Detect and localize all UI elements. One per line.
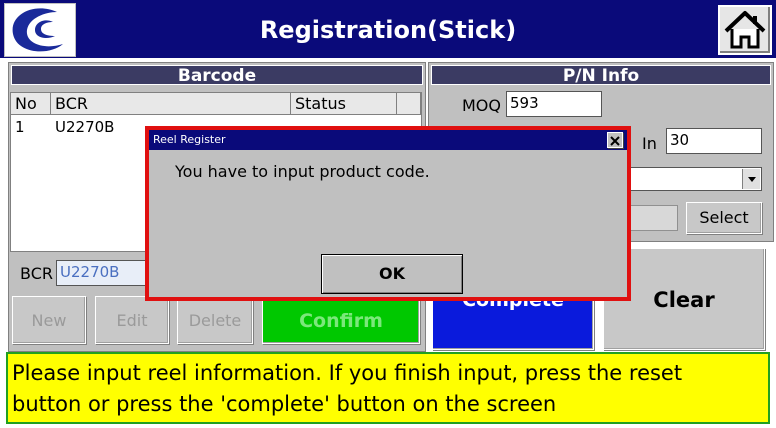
moq-field[interactable]: 593: [506, 91, 602, 117]
column-header-no[interactable]: No: [11, 93, 51, 115]
status-message-line-2: button or press the 'complete' button on…: [12, 392, 557, 416]
new-button[interactable]: New: [12, 296, 86, 344]
column-header-bcr[interactable]: BCR: [51, 93, 291, 115]
delete-button[interactable]: Delete: [177, 296, 253, 344]
home-button[interactable]: [718, 5, 772, 55]
pn-dropdown[interactable]: [620, 167, 762, 191]
in-field[interactable]: 30: [666, 128, 762, 154]
column-header-blank: [397, 93, 421, 115]
close-icon[interactable]: [607, 132, 623, 148]
edit-button[interactable]: Edit: [95, 296, 169, 344]
reel-register-dialog: Reel Register You have to input product …: [145, 126, 631, 301]
cell-no: 1: [15, 118, 25, 136]
bcr-label: BCR: [20, 264, 53, 283]
barcode-panel-header: Barcode: [11, 65, 423, 86]
title-bar: Registration(Stick): [0, 0, 776, 60]
bcr-input[interactable]: U2270B: [56, 260, 146, 286]
column-header-status[interactable]: Status: [291, 93, 397, 115]
table-header: No BCR Status: [11, 93, 421, 115]
select-button[interactable]: Select: [686, 202, 762, 234]
status-message-bar: Please input reel information. If you fi…: [6, 352, 770, 424]
status-message-line-1: Please input reel information. If you fi…: [12, 361, 683, 385]
moq-label: MOQ: [462, 96, 501, 115]
ok-button[interactable]: OK: [321, 254, 463, 294]
confirm-button[interactable]: Confirm: [262, 296, 420, 344]
page-title: Registration(Stick): [259, 16, 517, 44]
chevron-down-icon[interactable]: [742, 169, 760, 189]
in-label: In: [642, 134, 657, 153]
dialog-message: You have to input product code.: [175, 162, 430, 181]
pn-info-header: P/N Info: [431, 65, 771, 86]
home-icon: [724, 11, 766, 49]
dialog-title: Reel Register: [149, 130, 627, 150]
